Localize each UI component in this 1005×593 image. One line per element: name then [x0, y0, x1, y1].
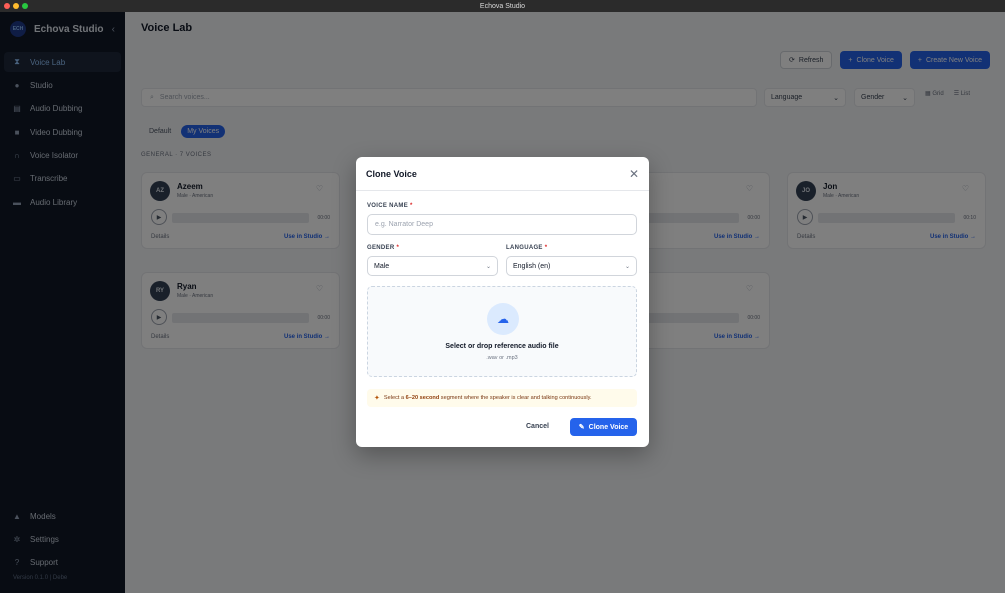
window-title: Echova Studio — [479, 2, 526, 10]
language-label: LANGUAGE * — [506, 245, 548, 251]
required-mark: * — [396, 245, 400, 251]
gender-select[interactable]: Male ⌄ — [367, 256, 498, 276]
minimize-window-button[interactable] — [13, 3, 19, 9]
chevron-down-icon: ⌄ — [485, 263, 491, 270]
language-select[interactable]: English (en) ⌄ — [506, 256, 637, 276]
audio-dropzone[interactable]: ☁ Select or drop reference audio file .w… — [367, 286, 637, 377]
voice-name-input[interactable]: e.g. Narrator Deep — [367, 214, 637, 235]
required-mark: * — [544, 245, 548, 251]
close-window-button[interactable] — [4, 3, 10, 9]
close-icon[interactable]: ✕ — [629, 167, 639, 181]
dropzone-formats: .wav or .mp3 — [486, 355, 518, 361]
lightbulb-icon: ✦ — [374, 395, 380, 402]
cloud-upload-icon: ☁ — [487, 303, 519, 335]
zoom-window-button[interactable] — [22, 3, 28, 9]
gender-label: GENDER * — [367, 245, 400, 251]
clone-voice-dialog: Clone Voice ✕ VOICE NAME * e.g. Narrator… — [356, 157, 649, 447]
cancel-button[interactable]: Cancel — [526, 419, 549, 433]
duration-tip: ✦ Select a 6–20 second segment where the… — [367, 389, 637, 407]
clone-voice-submit-button[interactable]: ✎ Clone Voice — [570, 418, 637, 436]
window-titlebar: Echova Studio — [0, 0, 1005, 12]
dropzone-title: Select or drop reference audio file — [445, 343, 559, 350]
magic-wand-icon: ✎ — [578, 424, 585, 431]
dialog-header: Clone Voice ✕ — [356, 157, 649, 191]
voice-name-label: VOICE NAME * — [367, 203, 413, 209]
chevron-down-icon: ⌄ — [624, 263, 630, 270]
window-controls — [4, 3, 28, 9]
dialog-title: Clone Voice — [366, 168, 417, 179]
required-mark: * — [409, 203, 413, 209]
